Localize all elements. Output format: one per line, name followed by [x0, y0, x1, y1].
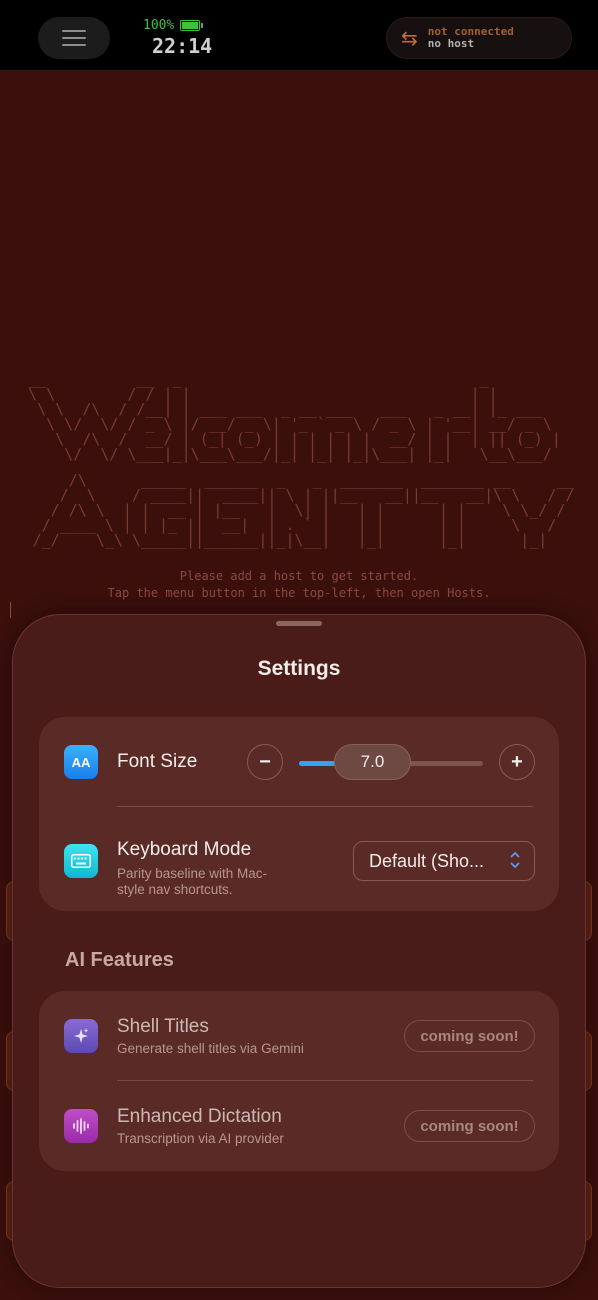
swap-arrows-icon: ⇆ — [401, 26, 418, 50]
battery-status: 100% — [143, 18, 212, 33]
settings-sheet: Settings AA Font Size − 7.0 + Keyboard M… — [12, 614, 586, 1288]
hamburger-icon — [62, 30, 86, 32]
general-settings-card: AA Font Size − 7.0 + Keyboard Mode Parit… — [39, 717, 559, 911]
coming-soon-badge: coming soon! — [404, 1020, 535, 1052]
connection-text: not connected no host — [428, 26, 514, 50]
battery-icon — [180, 20, 204, 31]
top-bar: 100% 22:14 ⇆ not connected no host — [0, 0, 598, 71]
enhanced-dictation-row: Enhanced Dictation Transcription via AI … — [39, 1081, 559, 1171]
font-size-label: Font Size — [117, 751, 198, 772]
enhanced-dictation-description: Transcription via AI provider — [117, 1131, 284, 1146]
connection-status-button[interactable]: ⇆ not connected no host — [386, 17, 572, 59]
terminal-cursor — [10, 602, 11, 618]
shell-titles-row: Shell Titles Generate shell titles via G… — [39, 991, 559, 1081]
decrease-font-button[interactable]: − — [247, 744, 283, 780]
terminal-hint-line: Tap the menu button in the top-left, the… — [107, 586, 491, 600]
increase-font-button[interactable]: + — [499, 744, 535, 780]
keyboard-mode-label: Keyboard Mode — [117, 839, 252, 860]
sheet-title: Settings — [257, 657, 341, 680]
sparkles-icon — [64, 1019, 98, 1053]
keyboard-mode-value: Default (Sho... — [369, 850, 485, 871]
ai-features-card: Shell Titles Generate shell titles via G… — [39, 991, 559, 1171]
enhanced-dictation-label: Enhanced Dictation — [117, 1106, 282, 1127]
waveform-icon — [64, 1109, 98, 1143]
ascii-agentty-banner: /\ _____ ______ _ _ _______ _______ __ _… — [32, 471, 575, 549]
keyboard-mode-select[interactable]: Default (Sho... — [353, 841, 535, 881]
shell-titles-label: Shell Titles — [117, 1016, 209, 1037]
hamburger-line — [62, 44, 86, 46]
clock: 22:14 — [152, 34, 213, 58]
keyboard-icon — [64, 844, 98, 878]
keyboard-mode-description: Parity baseline with Mac- style nav shor… — [117, 866, 268, 897]
slider-fill — [299, 761, 336, 766]
chevron-up-down-icon — [510, 850, 520, 870]
ai-features-heading: AI Features — [65, 949, 174, 971]
slider-thumb[interactable]: 7.0 — [334, 744, 411, 780]
battery-percent: 100% — [143, 18, 175, 33]
font-size-row: AA Font Size − 7.0 + — [39, 717, 559, 809]
sheet-grabber[interactable] — [276, 621, 322, 626]
menu-button[interactable] — [38, 17, 110, 59]
shell-titles-description: Generate shell titles via Gemini — [117, 1041, 304, 1056]
font-size-icon: AA — [64, 745, 98, 779]
coming-soon-badge: coming soon! — [404, 1110, 535, 1142]
hamburger-line — [62, 37, 86, 39]
connection-host: no host — [427, 37, 475, 50]
terminal-hint-line: Please add a host to get started. — [179, 569, 419, 583]
divider — [117, 806, 533, 807]
ascii-welcome-banner: __ __ _ _ \ \ / / | | | | \ \ /\ / /__| … — [28, 370, 561, 463]
status-block: 100% 22:14 — [143, 18, 212, 58]
